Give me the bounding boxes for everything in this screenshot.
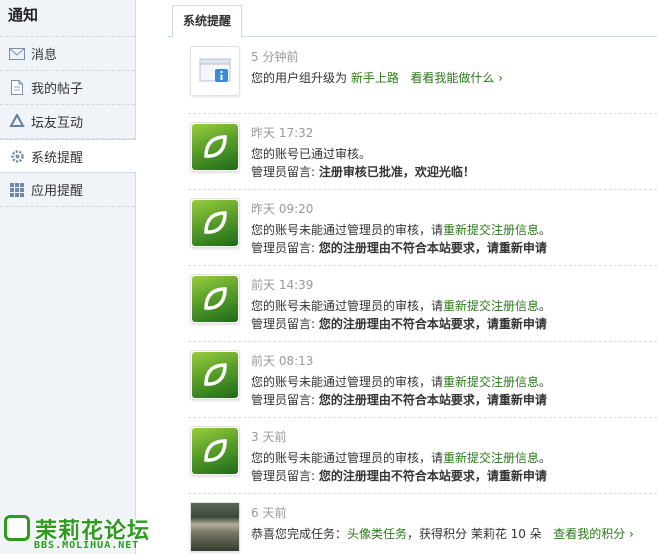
site-watermark: 茉莉花论坛 BBS.MOLIHUA.NET	[4, 513, 172, 553]
admin-message-prefix: 管理员留言:	[251, 469, 319, 483]
leaf-logo-icon	[190, 426, 240, 476]
admin-message: 管理员留言: 您的注册理由不符合本站要求，请重新申请	[251, 391, 547, 408]
gear-icon	[9, 148, 25, 164]
list-item: 5 分钟前 您的用户组升级为 新手上路 看看我能做什么 ›	[188, 38, 657, 114]
leaf-logo-icon	[190, 274, 240, 324]
notice-text: 您的账号未能通过管理员的审核，请重新提交注册信息。	[251, 449, 551, 466]
notice-text-prefix: 您的账号未能通过管理员的审核，请	[251, 451, 444, 465]
view-my-points-link[interactable]: 查看我的积分 ›	[553, 527, 634, 541]
envelope-icon	[9, 46, 25, 62]
task-photo	[190, 502, 240, 552]
notice-text: 您的账号未能通过管理员的审核，请重新提交注册信息。	[251, 373, 551, 390]
list-item: 6 天前 恭喜您完成任务：头像类任务，获得积分 茉莉花 10 朵 查看我的积分 …	[188, 494, 657, 554]
notice-text-prefix: 您的账号未能通过管理员的审核，请	[251, 223, 444, 237]
tab-bar: 系统提醒	[168, 0, 657, 38]
resubmit-registration-link[interactable]: 重新提交注册信息	[443, 223, 539, 237]
sidebar-title: 通知	[0, 0, 135, 37]
list-item: 昨天 17:32 您的账号已通过审核。 管理员留言: 注册审核已批准，欢迎光临！	[188, 114, 657, 190]
admin-message-body: 您的注册理由不符合本站要求，请重新申请	[318, 317, 547, 331]
notice-text-suffix: 。	[539, 223, 552, 237]
notice-time: 昨天 17:32	[251, 126, 314, 140]
admin-message: 管理员留言: 您的注册理由不符合本站要求，请重新申请	[251, 467, 547, 484]
list-item: 昨天 09:20 您的账号未能通过管理员的审核，请重新提交注册信息。 管理员留言…	[188, 190, 657, 266]
sidebar-item-messages[interactable]: 消息	[0, 37, 135, 71]
sidebar-item-label: 应用提醒	[31, 184, 84, 199]
notice-text: 您的用户组升级为 新手上路 看看我能做什么 ›	[251, 69, 503, 86]
notice-time: 5 分钟前	[251, 50, 299, 64]
watermark-url: BBS.MOLIHUA.NET	[34, 540, 140, 551]
admin-message-body: 您的注册理由不符合本站要求，请重新申请	[318, 241, 547, 255]
notice-text-mid: ，获得积分 茉莉花 10 朵	[407, 527, 542, 541]
leaf-logo-icon	[190, 350, 240, 400]
sidebar-item-label: 坛友互动	[31, 116, 84, 131]
avatar-task-link[interactable]: 头像类任务	[347, 527, 407, 541]
notice-text-suffix: 。	[539, 451, 552, 465]
admin-message: 管理员留言: 注册审核已批准，欢迎光临！	[251, 163, 475, 180]
admin-message: 管理员留言: 您的注册理由不符合本站要求，请重新申请	[251, 239, 547, 256]
admin-message-prefix: 管理员留言:	[251, 393, 319, 407]
notice-text: 您的账号未能通过管理员的审核，请重新提交注册信息。	[251, 221, 551, 238]
grid-icon	[9, 182, 25, 198]
leaf-logo-icon	[190, 198, 240, 248]
admin-message-body: 您的注册理由不符合本站要求，请重新申请	[318, 469, 547, 483]
notice-text-suffix: 。	[539, 375, 552, 389]
what-can-i-do-link[interactable]: 看看我能做什么 ›	[410, 71, 503, 85]
notice-time: 6 天前	[251, 506, 287, 520]
recycle-icon	[9, 114, 25, 130]
sidebar-item-label: 我的帖子	[31, 82, 84, 97]
notice-list: 5 分钟前 您的用户组升级为 新手上路 看看我能做什么 › 昨天 17:32 您…	[188, 38, 657, 554]
notice-text-prefix: 您的用户组升级为	[251, 71, 348, 85]
notice-time: 前天 08:13	[251, 354, 314, 368]
notice-text-prefix: 恭喜您完成任务：	[251, 527, 348, 541]
notice-time: 3 天前	[251, 430, 287, 444]
admin-message-prefix: 管理员留言:	[251, 317, 319, 331]
notice-text: 您的账号已通过审核。	[251, 147, 372, 161]
notice-text-suffix: 。	[539, 299, 552, 313]
resubmit-registration-link[interactable]: 重新提交注册信息	[443, 375, 539, 389]
notice-text: 恭喜您完成任务：头像类任务，获得积分 茉莉花 10 朵 查看我的积分 ›	[251, 525, 634, 542]
admin-message-prefix: 管理员留言:	[251, 241, 319, 255]
admin-message: 管理员留言: 您的注册理由不符合本站要求，请重新申请	[251, 315, 547, 332]
document-icon	[9, 80, 25, 96]
info-window-icon	[190, 46, 240, 96]
list-item: 3 天前 您的账号未能通过管理员的审核，请重新提交注册信息。 管理员留言: 您的…	[188, 418, 657, 494]
notice-text-prefix: 您的账号未能通过管理员的审核，请	[251, 299, 444, 313]
tab-system-notice[interactable]: 系统提醒	[172, 5, 243, 38]
main-content: 系统提醒 5 分钟前 您的用户组升级为 新手上路 看看我能做什么 › 昨天 17…	[136, 0, 657, 554]
notice-time: 昨天 09:20	[251, 202, 314, 216]
sidebar-item-app-notice[interactable]: 应用提醒	[0, 173, 135, 207]
list-item: 前天 14:39 您的账号未能通过管理员的审核，请重新提交注册信息。 管理员留言…	[188, 266, 657, 342]
sidebar-item-interaction[interactable]: 坛友互动	[0, 105, 135, 139]
admin-message-prefix: 管理员留言:	[251, 165, 319, 179]
sidebar: 通知 消息 我的帖子 坛友互动 系统提醒 应用提醒	[0, 0, 136, 554]
watermark-logo-icon	[4, 515, 30, 541]
sidebar-item-label: 消息	[31, 48, 58, 63]
sidebar-item-label: 系统提醒	[31, 150, 84, 166]
admin-message-body: 注册审核已批准，欢迎光临！	[318, 165, 475, 179]
notice-text-prefix: 您的账号未能通过管理员的审核，请	[251, 375, 444, 389]
notice-text: 您的账号未能通过管理员的审核，请重新提交注册信息。	[251, 297, 551, 314]
notice-time: 前天 14:39	[251, 278, 314, 292]
sidebar-item-my-posts[interactable]: 我的帖子	[0, 71, 135, 105]
resubmit-registration-link[interactable]: 重新提交注册信息	[443, 451, 539, 465]
usergroup-link[interactable]: 新手上路	[351, 71, 399, 85]
resubmit-registration-link[interactable]: 重新提交注册信息	[443, 299, 539, 313]
leaf-logo-icon	[190, 122, 240, 172]
sidebar-item-system-notice[interactable]: 系统提醒	[0, 139, 136, 173]
list-item: 前天 08:13 您的账号未能通过管理员的审核，请重新提交注册信息。 管理员留言…	[188, 342, 657, 418]
admin-message-body: 您的注册理由不符合本站要求，请重新申请	[318, 393, 547, 407]
